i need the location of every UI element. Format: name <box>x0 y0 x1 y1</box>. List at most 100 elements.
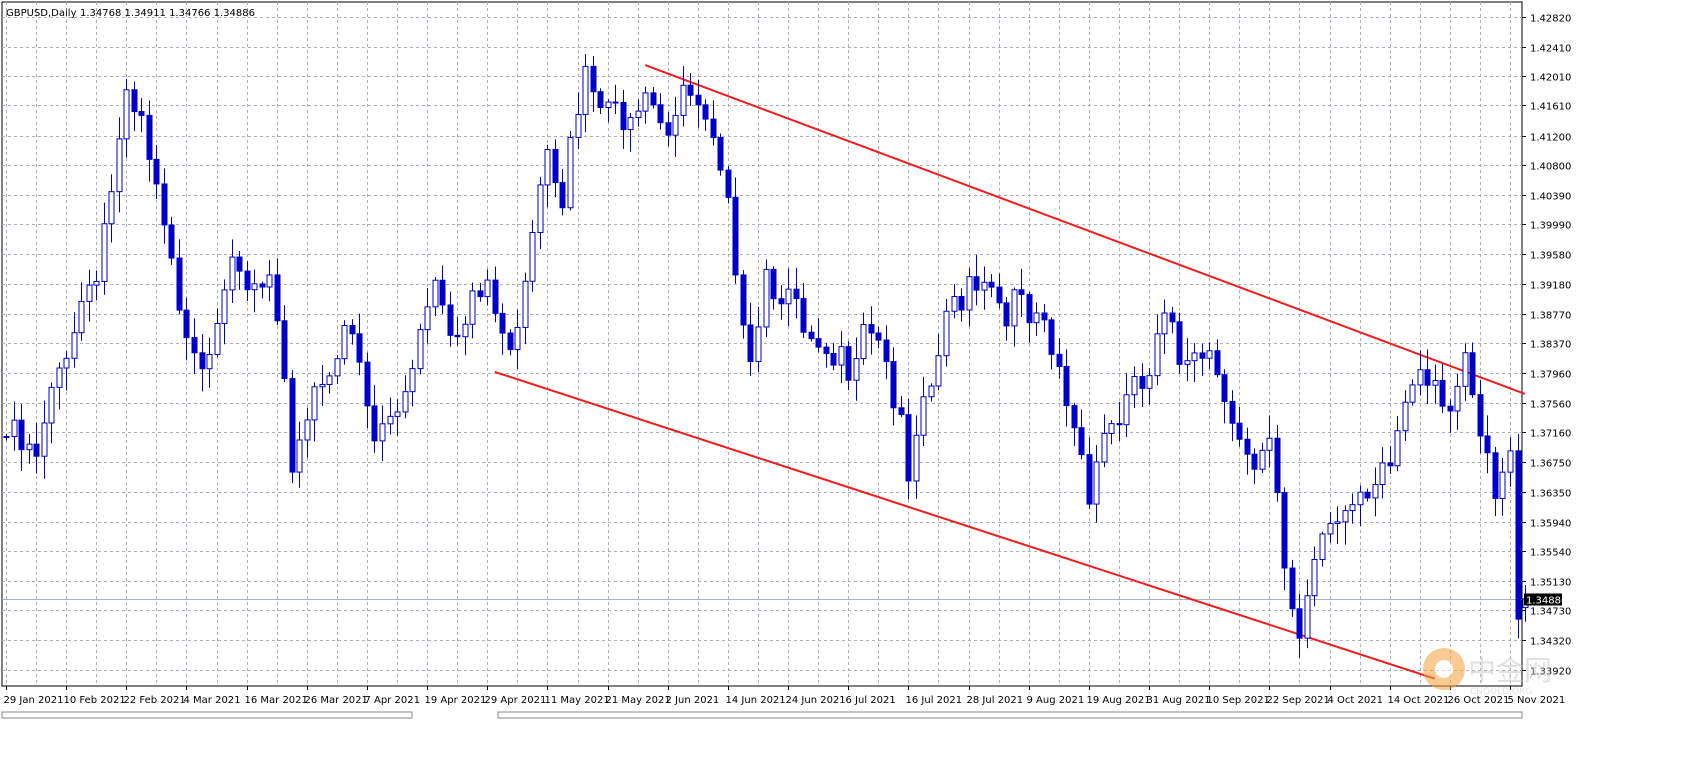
candle-body-bear <box>1078 427 1085 456</box>
y-tick-label: 1.42010 <box>1530 73 1571 84</box>
candle-body-bear <box>800 298 807 333</box>
candle-body-bear <box>199 352 206 370</box>
candle-body-bull <box>1432 379 1439 386</box>
candle-body-bear <box>958 296 965 311</box>
candle-body-bear <box>492 279 499 314</box>
x-tick-label: 16 Jul 2021 <box>906 695 963 706</box>
candle-body-bear <box>597 91 604 109</box>
candle-body-bull <box>1191 352 1198 362</box>
candle-body-bull <box>93 280 100 286</box>
candle-body-bear <box>845 346 852 381</box>
candle-body-bull <box>1011 289 1018 327</box>
candle-body-bull <box>484 279 491 298</box>
candle <box>725 165 732 204</box>
candle-body-bull <box>326 375 333 385</box>
candle-body-bear <box>702 104 709 120</box>
candle-body-bear <box>289 378 296 473</box>
candle-body-bull <box>86 284 93 302</box>
candle-body-bull <box>635 110 642 118</box>
candle-body-bear <box>1063 365 1070 407</box>
candle-body-bull <box>1131 376 1138 396</box>
candle-body-bull <box>101 223 108 282</box>
y-tick-label: 1.36750 <box>1530 459 1571 470</box>
candle-body-bull <box>935 355 942 387</box>
candle-body-bear <box>146 114 153 160</box>
candle-body-bear <box>890 361 897 409</box>
candle-body-bull <box>860 324 867 360</box>
candle-body-bull <box>266 274 273 288</box>
candle-body-bear <box>507 332 514 351</box>
candle-body-bear <box>898 407 905 416</box>
candle-body-bear <box>1176 321 1183 365</box>
candle-body-bear <box>1041 312 1048 321</box>
candle-body-bull <box>78 300 85 334</box>
candle-body-bear <box>439 279 446 306</box>
candle <box>1289 559 1296 618</box>
x-tick-label: 29 Jan 2021 <box>4 695 64 706</box>
candle-body-bear <box>725 169 732 198</box>
x-tick-label: 4 Mar 2021 <box>184 695 241 706</box>
chart-title: GBPUSD,Daily <box>6 8 77 19</box>
candle-body-bull <box>763 268 770 328</box>
candle-body-bear <box>18 419 25 451</box>
y-tick-label: 1.35130 <box>1530 578 1571 589</box>
candle-body-bull <box>462 323 469 338</box>
x-tick-label: 22 Feb 2021 <box>124 695 186 706</box>
candle-body-bull <box>1123 394 1130 426</box>
y-tick-label: 1.40800 <box>1530 162 1571 173</box>
candle-body-bull <box>544 148 551 186</box>
y-tick-label: 1.40390 <box>1530 192 1571 203</box>
candle-body-bull <box>514 326 521 351</box>
candle-body-bear <box>33 443 40 457</box>
candle-body-bear <box>770 268 777 300</box>
y-tick-label: 1.37560 <box>1530 400 1571 411</box>
candle <box>1176 312 1183 374</box>
candle-body-bull <box>424 306 431 331</box>
candle-body-bull <box>913 434 920 482</box>
candle-body-bull <box>304 419 311 441</box>
candle-body-bear <box>1364 491 1371 499</box>
candle-body-bear <box>1439 379 1446 407</box>
candle-body-bear <box>1296 608 1303 639</box>
candle-body-bear <box>815 338 822 348</box>
candle-body-bull <box>522 280 529 328</box>
candle-body-bull <box>48 386 55 424</box>
candle-body-bull <box>642 92 649 112</box>
candle-body-bear <box>996 286 1003 304</box>
candle-body-bull <box>1108 423 1115 434</box>
candle-body-bear <box>371 405 378 442</box>
candle-body-bull <box>1161 312 1168 335</box>
candle-body-bear <box>875 332 882 341</box>
candle-body-bear <box>244 270 251 291</box>
x-tick-label: 7 Apr 2021 <box>365 695 420 706</box>
candle <box>567 131 574 211</box>
x-tick-label: 10 Feb 2021 <box>64 695 126 706</box>
candle-body-bull <box>1379 462 1386 486</box>
x-tick-label: 22 Sep 2021 <box>1267 695 1330 706</box>
candle-body-bull <box>575 113 582 138</box>
candle-body-bull <box>1259 449 1266 470</box>
candle-body-bull <box>951 296 958 312</box>
candle-body-bull <box>853 358 860 381</box>
candle-body-bull <box>1206 350 1213 359</box>
candle-body-bull <box>11 419 18 437</box>
candle-body-bull <box>1319 533 1326 560</box>
candle-body-bear <box>191 337 198 354</box>
watermark-text: 中金网 <box>1468 654 1552 687</box>
y-tick-label: 1.37160 <box>1530 429 1571 440</box>
candle-body-bear <box>176 257 183 311</box>
candle-body-bull <box>296 439 303 473</box>
y-tick-label: 1.38370 <box>1530 340 1571 351</box>
candle-body-bull <box>1394 430 1401 467</box>
candle-body-bull <box>334 358 341 377</box>
candle-body-bull <box>206 354 213 370</box>
candle-body-bear <box>1477 394 1484 437</box>
candle-body-bear <box>1221 374 1228 402</box>
candle-body-bear <box>259 283 266 288</box>
candle-body-bull <box>251 283 258 291</box>
candle-body-bear <box>1274 437 1281 494</box>
candle-body-bull <box>123 89 130 140</box>
candle-body-bear <box>1086 454 1093 505</box>
candle-body-bear <box>973 276 980 291</box>
candle-body-bull <box>529 232 536 282</box>
